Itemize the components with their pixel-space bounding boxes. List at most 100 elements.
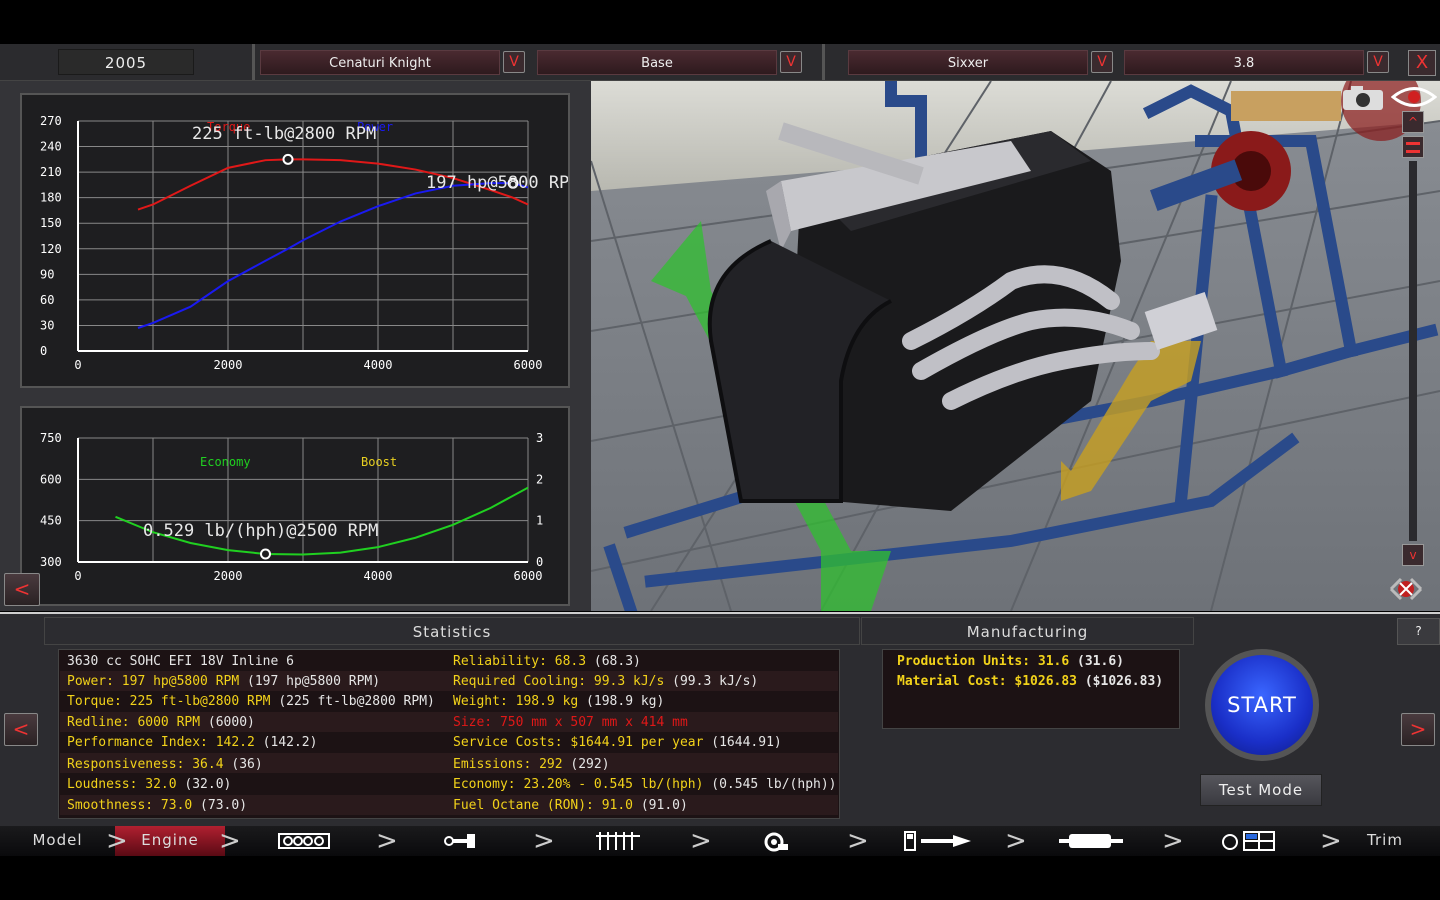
x-tick-label: 4000 — [364, 569, 393, 583]
economy-chart-svg: 300 450 600 750 0 1 2 3 0 2000 4000 6000 Economy Boos… — [40, 431, 543, 583]
stat-performance-index: Performance Index: 142.2 (142.2) — [67, 735, 318, 750]
trim-selector[interactable]: Base — [537, 50, 777, 75]
tab-model[interactable]: Model — [0, 826, 115, 856]
stat-economy: Economy: 23.20% - 0.545 lb/(hph) (0.545 … — [453, 777, 837, 792]
stat-required-cooling: Required Cooling: 99.3 kJ/s (99.3 kJ/s) — [453, 674, 759, 689]
year-field[interactable]: 2005 — [58, 49, 194, 75]
x-tick-label: 0 — [74, 569, 81, 583]
y-tick-label: 240 — [40, 140, 62, 154]
model-selector[interactable]: Cenaturi Knight — [260, 50, 500, 75]
statistics-title: Statistics — [44, 617, 860, 645]
trim-dropdown-button[interactable]: V — [780, 51, 802, 73]
y-tick-label: 30 — [40, 318, 54, 332]
stat-smoothness: Smoothness: 73.0 (73.0) — [67, 798, 248, 813]
engine-family-selector[interactable]: Sixxer — [848, 50, 1088, 75]
heads-icon[interactable] — [594, 830, 642, 852]
fuel-icon[interactable] — [903, 830, 973, 852]
x-tick-label: 2000 — [214, 358, 243, 372]
chevron-right-icon: > — [106, 826, 128, 856]
economy-chart: 300 450 600 750 0 1 2 3 0 2000 4000 6000 Economy Boos… — [20, 406, 570, 606]
chevron-right-icon: > — [1162, 826, 1184, 856]
crankshaft-icon[interactable] — [443, 830, 479, 852]
stat-responsiveness: Responsiveness: 36.4 (36) — [67, 757, 263, 772]
economy-peak-marker — [260, 548, 271, 560]
engine-block-icon[interactable] — [277, 830, 331, 852]
start-button[interactable]: START — [1205, 649, 1319, 761]
y-tick-label: 450 — [40, 514, 62, 528]
y-tick-label: 0 — [40, 344, 47, 358]
chevron-right-icon: > — [690, 826, 712, 856]
reset-view-icon[interactable] — [1386, 573, 1426, 605]
stat-fuel-octane: Fuel Octane (RON): 91.0 (91.0) — [453, 798, 688, 813]
divider — [252, 44, 255, 80]
displacement-selector[interactable]: 3.8 — [1124, 50, 1364, 75]
x-tick-label: 6000 — [514, 569, 543, 583]
y-tick-label: 210 — [40, 165, 62, 179]
y-tick-label: 60 — [40, 293, 54, 307]
tab-engine[interactable]: Engine — [115, 826, 225, 856]
test-mode-button[interactable]: Test Mode — [1200, 774, 1322, 806]
power-peak-label: 197 hp@5800 RPM — [426, 173, 568, 193]
stat-loudness: Loudness: 32.0 (32.0) — [67, 777, 232, 792]
engine-family-dropdown-button[interactable]: V — [1091, 51, 1113, 73]
stat-reliability: Reliability: 68.3 (68.3) — [453, 654, 641, 669]
stat-weight: Weight: 198.9 kg (198.9 kg) — [453, 694, 665, 709]
chevron-right-icon: > — [847, 826, 869, 856]
exhaust-icon[interactable] — [1057, 830, 1125, 852]
y-tick-label: 270 — [40, 114, 62, 128]
camera-icon[interactable] — [1341, 84, 1385, 112]
chevron-right-icon: > — [1005, 826, 1027, 856]
x-tick-label: 6000 — [514, 358, 543, 372]
torque-power-chart: 0 30 60 90 120 150 180 210 240 270 0 2000 4000 6000 To… — [20, 93, 580, 388]
help-button[interactable]: ? — [1397, 618, 1440, 645]
y-tick-label: 180 — [40, 191, 62, 205]
turbo-icon[interactable] — [760, 830, 790, 852]
manufacturing-title: Manufacturing — [861, 617, 1194, 645]
stat-engine-description: 3630 cc SOHC EFI 18V Inline 6 — [67, 654, 294, 669]
stat-torque: Torque: 225 ft-lb@2800 RPM (225 ft-lb@28… — [67, 694, 435, 709]
y-tick-label: 90 — [40, 267, 54, 281]
zoom-in-button[interactable]: ^ — [1402, 111, 1424, 133]
divider — [822, 44, 825, 80]
torque-peak-marker — [282, 153, 294, 165]
x-tick-label: 0 — [74, 358, 81, 372]
stat-power: Power: 197 hp@5800 RPM (197 hp@5800 RPM) — [67, 674, 381, 689]
engine-scene-svg — [591, 81, 1440, 611]
x-tick-label: 2000 — [214, 569, 243, 583]
stat-redline: Redline: 6000 RPM (6000) — [67, 715, 255, 730]
zoom-slider-handle[interactable] — [1402, 136, 1424, 158]
stats-prev-button[interactable]: < — [4, 713, 38, 746]
engine-3d-viewport[interactable]: ^ v — [591, 81, 1440, 611]
tab-trim[interactable]: Trim — [1330, 826, 1440, 856]
y2-tick-label: 2 — [536, 472, 543, 486]
tuning-icon[interactable] — [1220, 830, 1276, 852]
y-tick-label: 120 — [40, 242, 62, 256]
series-line-power — [137, 182, 529, 329]
x-tick-label: 4000 — [364, 358, 393, 372]
production-units: Production Units: 31.6 (31.6) — [897, 654, 1124, 669]
model-dropdown-button[interactable]: V — [503, 51, 525, 73]
close-button[interactable]: X — [1408, 50, 1436, 76]
y2-tick-label: 0 — [536, 555, 543, 569]
stats-next-button[interactable]: > — [1401, 713, 1435, 746]
stat-emissions: Emissions: 292 (292) — [453, 757, 610, 772]
stat-size: Size: 750 mm x 507 mm x 414 mm — [453, 715, 688, 730]
back-button[interactable]: < — [4, 573, 40, 606]
chevron-right-icon: > — [376, 826, 398, 856]
eye-icon[interactable] — [1390, 84, 1438, 110]
zoom-out-button[interactable]: v — [1402, 544, 1424, 566]
torque-power-chart-svg: 03060901201501802102402700 2000 4000 6000To… — [40, 114, 580, 372]
material-cost: Material Cost: $1026.83 ($1026.83) — [897, 674, 1164, 689]
y-tick-label: 150 — [40, 216, 62, 230]
torque-peak-label: 225 ft-lb@2800 RPM — [192, 124, 376, 144]
stat-service-costs: Service Costs: $1644.91 per year (1644.9… — [453, 735, 782, 750]
y-tick-label: 750 — [40, 431, 62, 445]
y-tick-label: 600 — [40, 472, 62, 486]
zoom-track[interactable] — [1409, 161, 1417, 541]
y-tick-label: 300 — [40, 555, 62, 569]
y2-tick-label: 1 — [536, 514, 543, 528]
chevron-right-icon: > — [533, 826, 555, 856]
legend-boost: Boost — [361, 455, 397, 469]
chevron-right-icon: > — [219, 826, 241, 856]
displacement-dropdown-button[interactable]: V — [1367, 51, 1389, 73]
